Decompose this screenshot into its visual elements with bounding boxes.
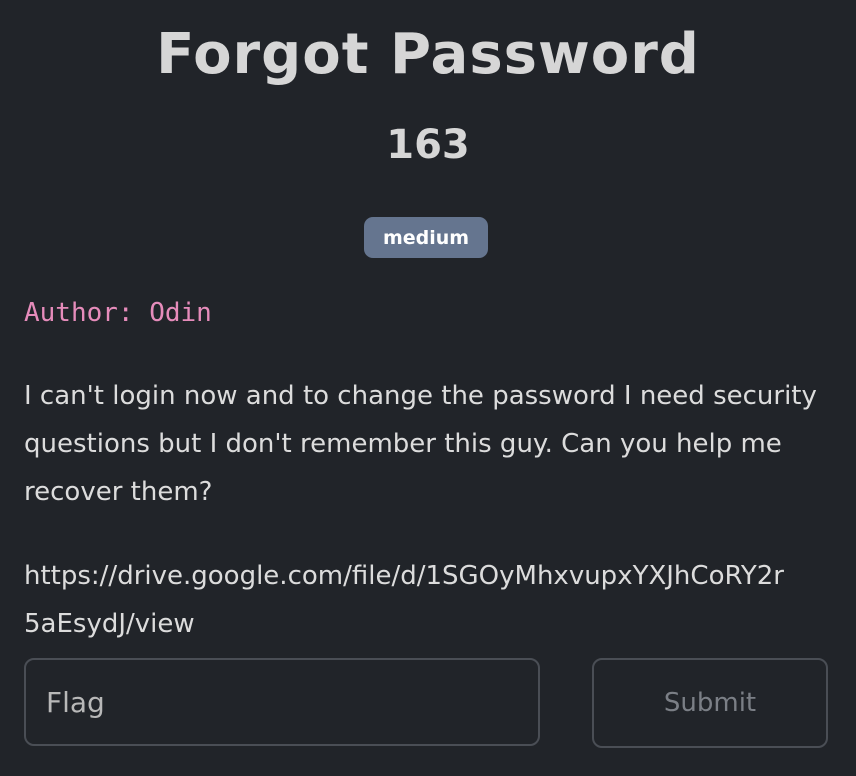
challenge-title: Forgot Password — [156, 22, 700, 87]
link-line-2[interactable]: 5aEsydJ/view — [24, 600, 856, 648]
submit-button[interactable]: Submit — [592, 658, 828, 748]
link-line-1[interactable]: https://drive.google.com/file/d/1SGOyMhx… — [24, 552, 856, 600]
challenge-link[interactable]: https://drive.google.com/file/d/1SGOyMhx… — [24, 552, 856, 648]
challenge-points: 163 — [386, 122, 470, 168]
author-label: Author: Odin — [24, 298, 212, 328]
challenge-description: I can't login now and to change the pass… — [24, 381, 817, 507]
flag-input[interactable] — [24, 658, 540, 746]
difficulty-badge: medium — [364, 217, 488, 258]
